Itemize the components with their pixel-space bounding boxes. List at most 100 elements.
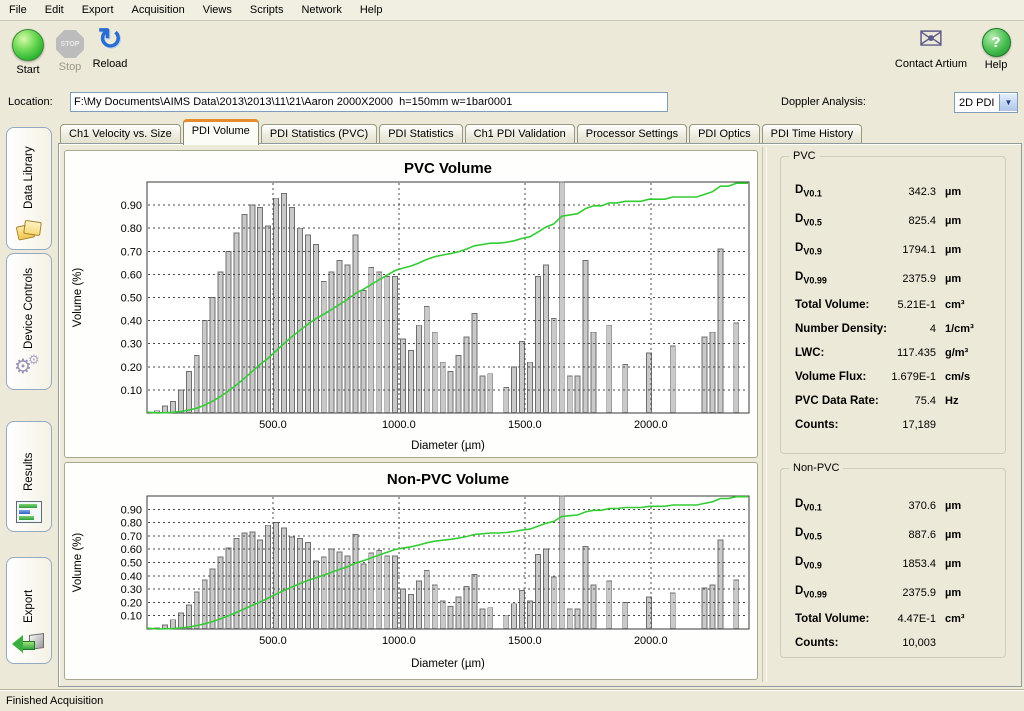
- menu-item-views[interactable]: Views: [194, 1, 241, 19]
- svg-text:Volume (%): Volume (%): [72, 533, 84, 593]
- stat-unit: µm: [945, 529, 995, 541]
- svg-text:0.90: 0.90: [121, 200, 142, 212]
- svg-text:0.30: 0.30: [121, 584, 142, 596]
- stat-label: Volume Flux:: [795, 371, 866, 383]
- stat-value: 825.4: [822, 215, 936, 227]
- menu-item-network[interactable]: Network: [292, 1, 350, 19]
- sidebar-icon-wrap: [16, 497, 42, 523]
- stat-unit: µm: [945, 500, 995, 512]
- stat-unit: cm³: [945, 613, 995, 625]
- location-input[interactable]: [70, 92, 668, 112]
- menu-bar: FileEditExportAcquisitionViewsScriptsNet…: [0, 0, 1024, 21]
- sidebar-item-export[interactable]: Export: [6, 557, 52, 664]
- sidebar-item-label: Data Library: [23, 136, 35, 209]
- stat-label: DV0.1: [795, 498, 822, 512]
- location-label: Location:: [8, 96, 53, 108]
- bar-blue-icon: [19, 510, 30, 514]
- stat-row: DV0.91794.1µm: [781, 235, 1005, 264]
- tab-ch1-pdi-validation[interactable]: Ch1 PDI Validation: [465, 124, 575, 145]
- stat-label: Total Volume:: [795, 613, 869, 625]
- nonpvc-volume-chart-panel: Non-PVC Volume 0.100.200.300.400.500.600…: [64, 462, 758, 680]
- reload-icon: ↻: [86, 23, 134, 57]
- contact-artium-label: Contact Artium: [886, 58, 976, 70]
- sidebar-item-data-library[interactable]: Data Library: [6, 127, 52, 250]
- svg-text:0.20: 0.20: [121, 597, 142, 609]
- chevron-down-icon[interactable]: ▼: [999, 94, 1017, 111]
- menu-item-file[interactable]: File: [0, 1, 36, 19]
- svg-text:500.0: 500.0: [259, 635, 287, 647]
- stat-value: 2375.9: [827, 273, 936, 285]
- stat-label: DV0.5: [795, 527, 822, 541]
- stat-value: 1.679E-1: [866, 371, 936, 383]
- toolbar: Start STOP Stop ↻ Reload ✉ Contact Artiu…: [0, 21, 1024, 85]
- help-button[interactable]: ? Help: [976, 23, 1016, 71]
- start-button[interactable]: Start: [6, 25, 50, 76]
- tab-pdi-volume[interactable]: PDI Volume: [183, 119, 259, 145]
- tab-processor-settings[interactable]: Processor Settings: [577, 124, 687, 145]
- tab-ch1-velocity-vs-size[interactable]: Ch1 Velocity vs. Size: [60, 124, 181, 145]
- tab-pdi-optics[interactable]: PDI Optics: [689, 124, 760, 145]
- stat-unit: µm: [945, 273, 995, 285]
- stop-button: STOP Stop: [50, 25, 90, 73]
- stat-unit: µm: [945, 215, 995, 227]
- stat-unit: cm/s: [945, 371, 995, 383]
- sidebar-item-device-controls[interactable]: Device Controls⚙⚙: [6, 253, 52, 390]
- reload-button[interactable]: ↻ Reload: [86, 23, 134, 70]
- stat-value: 5.21E-1: [869, 299, 936, 311]
- stat-row: DV0.992375.9µm: [781, 264, 1005, 293]
- pvc-volume-chart: 0.100.200.300.400.500.600.700.800.90500.…: [65, 151, 757, 457]
- stat-label: DV0.9: [795, 242, 822, 256]
- menu-item-edit[interactable]: Edit: [36, 1, 73, 19]
- doppler-analysis-value: 2D PDI: [955, 97, 999, 109]
- svg-text:0.60: 0.60: [121, 269, 142, 281]
- contact-artium-button[interactable]: ✉ Contact Artium: [886, 23, 976, 70]
- tab-pdi-statistics-pvc[interactable]: PDI Statistics (PVC): [261, 124, 377, 145]
- stat-label: Counts:: [795, 419, 838, 431]
- doppler-analysis-select[interactable]: 2D PDI ▼: [954, 92, 1018, 113]
- svg-text:2000.0: 2000.0: [634, 419, 668, 431]
- svg-text:0.50: 0.50: [121, 293, 142, 305]
- stat-unit: g/m³: [945, 347, 995, 359]
- stop-icon: STOP: [56, 30, 84, 58]
- stat-label: Number Density:: [795, 323, 887, 335]
- stat-label: DV0.1: [795, 184, 822, 198]
- stat-value: 342.3: [822, 186, 936, 198]
- tab-pdi-statistics[interactable]: PDI Statistics: [379, 124, 462, 145]
- svg-text:1500.0: 1500.0: [508, 635, 542, 647]
- stat-row: LWC:117.435g/m³: [781, 341, 1005, 365]
- svg-text:0.80: 0.80: [121, 223, 142, 235]
- svg-text:0.20: 0.20: [121, 362, 142, 374]
- sidebar-item-results[interactable]: Results: [6, 421, 52, 532]
- application-window: FileEditExportAcquisitionViewsScriptsNet…: [0, 0, 1024, 711]
- stat-row: Total Volume:4.47E-1cm³: [781, 607, 1005, 631]
- stat-value: 17,189: [838, 419, 936, 431]
- stat-row: Total Volume:5.21E-1cm³: [781, 293, 1005, 317]
- pvc-volume-chart-panel: PVC Volume 0.100.200.300.400.500.600.700…: [64, 150, 758, 458]
- arrow-shaft-icon: [21, 641, 35, 650]
- nonpvc-volume-chart: 0.100.200.300.400.500.600.700.800.90500.…: [65, 463, 757, 679]
- stat-row: Counts:17,189: [781, 413, 1005, 437]
- tab-pdi-time-history[interactable]: PDI Time History: [762, 124, 863, 145]
- menu-item-export[interactable]: Export: [73, 1, 123, 19]
- pvc-stats-rows: DV0.1342.3µmDV0.5825.4µmDV0.91794.1µmDV0…: [781, 177, 1005, 437]
- svg-text:2000.0: 2000.0: [634, 635, 668, 647]
- gears-icon: ⚙⚙: [16, 355, 42, 381]
- folders-icon: [16, 217, 42, 241]
- doppler-analysis-label: Doppler Analysis:: [781, 96, 866, 108]
- stat-value: 10,003: [838, 637, 936, 649]
- help-label: Help: [976, 59, 1016, 71]
- nonpvc-stats-title: Non-PVC: [789, 462, 843, 474]
- status-text: Finished Acquisition: [6, 695, 103, 707]
- stat-row: DV0.1342.3 µm: [781, 177, 1005, 206]
- stop-label: Stop: [50, 61, 90, 73]
- menu-item-scripts[interactable]: Scripts: [241, 1, 293, 19]
- nonpvc-stats-rows: DV0.1370.6µmDV0.5887.6µmDV0.91853.4µmDV0…: [781, 491, 1005, 655]
- stat-value: 1853.4: [822, 558, 936, 570]
- help-icon: ?: [982, 28, 1011, 57]
- sidebar-item-label: Results: [23, 430, 35, 491]
- stat-unit: µm: [945, 186, 995, 198]
- menu-item-acquisition[interactable]: Acquisition: [123, 1, 194, 19]
- svg-text:1000.0: 1000.0: [382, 419, 416, 431]
- menu-item-help[interactable]: Help: [351, 1, 392, 19]
- export-arrow-icon: [14, 631, 44, 655]
